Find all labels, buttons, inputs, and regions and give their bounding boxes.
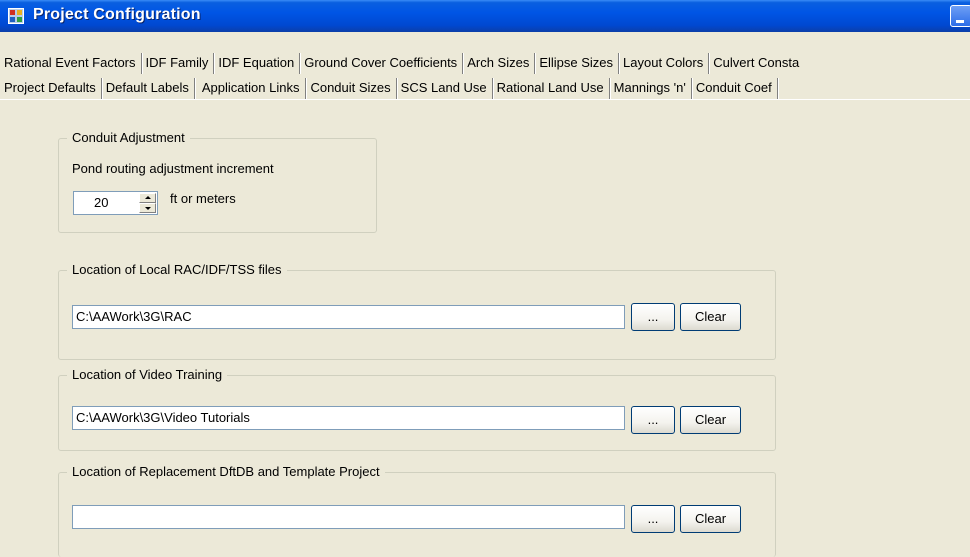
replacement-location-legend: Location of Replacement DftDB and Templa… xyxy=(67,464,385,480)
tab-idf-equation[interactable]: IDF Equation xyxy=(214,53,301,74)
video-clear-button[interactable]: Clear xyxy=(680,406,741,434)
conduit-adjustment-legend: Conduit Adjustment xyxy=(67,130,190,146)
replacement-clear-button[interactable]: Clear xyxy=(680,505,741,533)
tab-row-2: Project Defaults Default Labels Applicat… xyxy=(0,78,778,99)
tab-conduit-coef[interactable]: Conduit Coef xyxy=(692,78,778,99)
tab-default-labels[interactable]: Default Labels xyxy=(102,78,195,99)
stepper-buttons xyxy=(139,193,156,213)
adjustment-increment-stepper[interactable]: 20 xyxy=(73,191,158,215)
tab-mannings-n[interactable]: Mannings 'n' xyxy=(610,78,692,99)
replacement-browse-button[interactable]: ... xyxy=(631,505,675,533)
tab-culvert-constants[interactable]: Culvert Consta xyxy=(709,53,804,74)
tab-scs-land-use[interactable]: SCS Land Use xyxy=(397,78,493,99)
tab-idf-family[interactable]: IDF Family xyxy=(142,53,215,74)
adjustment-unit-label: ft or meters xyxy=(170,191,236,206)
pond-routing-label: Pond routing adjustment increment xyxy=(72,161,274,176)
tab-ground-cover-coefficients[interactable]: Ground Cover Coefficients xyxy=(300,53,464,74)
tab-rational-event-factors[interactable]: Rational Event Factors xyxy=(0,53,142,74)
replacement-path-field[interactable] xyxy=(72,505,625,529)
rac-clear-button[interactable]: Clear xyxy=(680,303,741,331)
conduit-adjustment-group: Conduit Adjustment xyxy=(58,130,377,233)
tab-project-defaults[interactable]: Project Defaults xyxy=(0,78,102,99)
tab-ellipse-sizes[interactable]: Ellipse Sizes xyxy=(535,53,620,74)
adjustment-increment-value: 20 xyxy=(94,195,109,210)
tab-application-links[interactable]: Application Links xyxy=(195,78,307,99)
minimize-button[interactable] xyxy=(950,5,970,27)
rac-path-field[interactable]: C:\AAWork\3G\RAC xyxy=(72,305,625,329)
video-location-legend: Location of Video Training xyxy=(67,367,228,383)
stepper-down-button[interactable] xyxy=(139,203,156,213)
tab-rational-land-use[interactable]: Rational Land Use xyxy=(493,78,610,99)
app-icon xyxy=(8,8,24,24)
stepper-up-button[interactable] xyxy=(139,193,156,203)
video-path-field[interactable]: C:\AAWork\3G\Video Tutorials xyxy=(72,406,625,430)
tab-panel-border xyxy=(0,99,970,100)
tab-row-1: Rational Event Factors IDF Family IDF Eq… xyxy=(0,53,804,74)
tab-layout-colors[interactable]: Layout Colors xyxy=(619,53,710,74)
tab-conduit-sizes[interactable]: Conduit Sizes xyxy=(306,78,397,99)
title-bar: Project Configuration xyxy=(0,0,970,32)
window-title: Project Configuration xyxy=(33,6,201,23)
rac-location-legend: Location of Local RAC/IDF/TSS files xyxy=(67,262,287,278)
video-browse-button[interactable]: ... xyxy=(631,406,675,434)
tab-arch-sizes[interactable]: Arch Sizes xyxy=(463,53,536,74)
rac-browse-button[interactable]: ... xyxy=(631,303,675,331)
